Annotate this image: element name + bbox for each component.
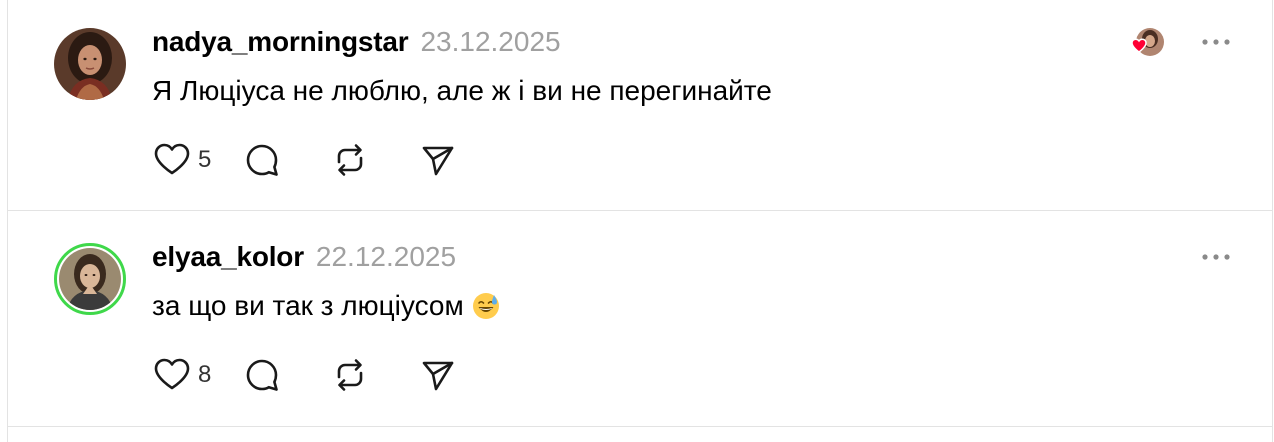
avatar-image: [59, 248, 121, 310]
post-header: nadya_morningstar 23.12.2025: [152, 26, 561, 60]
reply-button[interactable]: [242, 140, 330, 180]
like-count: 5: [198, 146, 212, 173]
username[interactable]: elyaa_kolor: [152, 241, 304, 273]
heart-icon: [154, 143, 190, 175]
post-actions: 5: [152, 140, 478, 180]
post-text-content: Я Люціуса не люблю, але ж і ви не переги…: [152, 75, 772, 106]
share-button[interactable]: [418, 355, 478, 395]
author-liked-indicator[interactable]: [1120, 26, 1168, 60]
share-button[interactable]: [418, 140, 478, 180]
timestamp[interactable]: 23.12.2025: [420, 26, 560, 58]
avatar[interactable]: [54, 28, 126, 100]
send-icon: [422, 361, 454, 391]
repost-button[interactable]: [330, 140, 418, 180]
heart-icon: [154, 358, 190, 390]
timestamp[interactable]: 22.12.2025: [316, 241, 456, 273]
post-text-content: за що ви так з люціусом: [152, 290, 464, 321]
send-icon: [422, 146, 454, 176]
like-button[interactable]: 8: [152, 355, 242, 395]
repost-icon: [337, 144, 363, 176]
repost-icon: [337, 359, 363, 391]
post-divider: [7, 210, 1273, 211]
avatar[interactable]: [54, 243, 126, 315]
sweat-smile-emoji-icon: [472, 293, 499, 319]
post-header: elyaa_kolor 22.12.2025: [152, 241, 456, 275]
more-icon[interactable]: [1200, 34, 1232, 50]
like-button[interactable]: 5: [152, 140, 242, 180]
more-icon[interactable]: [1200, 249, 1232, 265]
post-actions: 8: [152, 355, 478, 395]
post-1: nadya_morningstar 23.12.2025 Я Люціуса н…: [0, 0, 1274, 200]
repost-button[interactable]: [330, 355, 418, 395]
avatar-image: [54, 28, 126, 100]
username[interactable]: nadya_morningstar: [152, 26, 409, 58]
post-divider: [7, 426, 1273, 427]
comment-icon: [246, 144, 278, 176]
comment-icon: [246, 359, 278, 391]
like-count: 8: [198, 361, 212, 388]
post-text: за що ви так з люціусом: [152, 287, 500, 325]
post-text: Я Люціуса не люблю, але ж і ви не переги…: [152, 72, 772, 110]
reply-button[interactable]: [242, 355, 330, 395]
post-2: elyaa_kolor 22.12.2025 за що ви так з лю…: [0, 215, 1274, 415]
